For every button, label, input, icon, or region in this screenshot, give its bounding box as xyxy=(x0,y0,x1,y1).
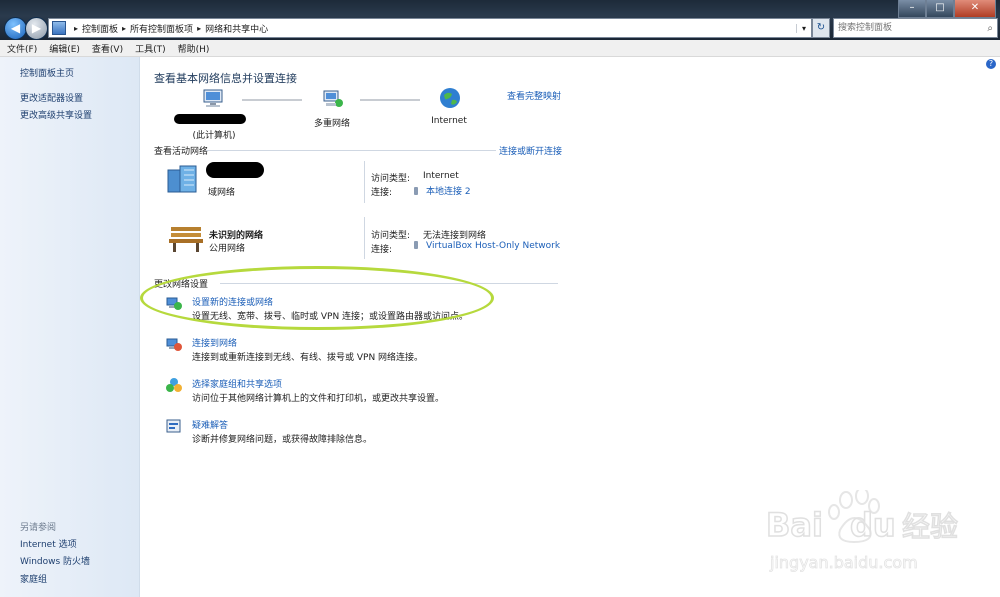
chevron-right-icon[interactable]: ▸ xyxy=(197,24,201,33)
windows-firewall-link[interactable]: Windows 防火墙 xyxy=(20,554,90,567)
network-plug-icon xyxy=(414,241,418,249)
baidu-paw-logo: Bai du 经验 jingyan.baidu.com xyxy=(765,487,959,572)
menu-bar: 文件(F) 编辑(E) 查看(V) 工具(T) 帮助(H) xyxy=(0,40,1000,57)
network-link-line xyxy=(242,99,302,101)
internet-options-link[interactable]: Internet 选项 xyxy=(20,537,77,550)
active-networks-heading: 查看活动网络 xyxy=(154,147,209,157)
control-panel-icon xyxy=(52,21,66,35)
forward-button[interactable]: ▶ xyxy=(25,17,48,40)
watermark-brand: Bai xyxy=(766,506,823,544)
refresh-button[interactable]: ↻ xyxy=(812,18,830,38)
homegroup-icon xyxy=(166,378,182,392)
connect-network-icon xyxy=(166,338,182,351)
breadcrumb-network-center[interactable]: 网络和共享中心 xyxy=(205,22,268,35)
connect-to-network-link[interactable]: 连接到网络 xyxy=(192,336,237,349)
access-type-value: Internet xyxy=(423,171,459,181)
homegroup-link[interactable]: 家庭组 xyxy=(20,572,47,585)
troubleshoot-desc: 诊断并修复网络问题，或获得故障排除信息。 xyxy=(192,435,373,445)
connect-disconnect-link[interactable]: 连接或断开连接 xyxy=(499,144,562,157)
watermark-url: jingyan.baidu.com xyxy=(769,553,918,572)
search-icon[interactable]: ⌕ xyxy=(987,23,993,34)
advanced-sharing-settings-link[interactable]: 更改高级共享设置 xyxy=(20,108,92,121)
menu-edit[interactable]: 编辑(E) xyxy=(49,42,80,55)
help-icon[interactable]: ? xyxy=(986,59,996,69)
view-full-map-link[interactable]: 查看完整映射 xyxy=(507,89,561,102)
menu-view[interactable]: 查看(V) xyxy=(92,42,123,55)
search-box[interactable]: ⌕ xyxy=(833,18,998,38)
chevron-down-icon[interactable]: ▾ xyxy=(796,23,811,33)
menu-tools[interactable]: 工具(T) xyxy=(135,42,166,55)
address-bar[interactable]: ▸ 控制面板 ▸ 所有控制面板项 ▸ 网络和共享中心 ▾ xyxy=(48,18,812,38)
window-controls: – □ ✕ xyxy=(898,0,996,18)
title-bar: – □ ✕ ◀ ▶ ▸ 控制面板 ▸ 所有控制面板项 ▸ 网络和共享中心 ▾ ↻… xyxy=(0,0,1000,40)
column-divider xyxy=(364,161,365,203)
search-input[interactable] xyxy=(834,22,980,34)
see-also-heading: 另请参阅 xyxy=(20,523,57,533)
internet-label: Internet xyxy=(431,116,467,126)
baidu-watermark: Bai du 经验 jingyan.baidu.com xyxy=(765,487,996,590)
homegroup-sharing-link[interactable]: 选择家庭组和共享选项 xyxy=(192,377,282,390)
breadcrumb-control-panel[interactable]: 控制面板 xyxy=(82,22,118,35)
breadcrumb-all-items[interactable]: 所有控制面板项 xyxy=(130,22,193,35)
highlight-ellipse xyxy=(140,266,494,330)
computer-icon xyxy=(200,89,226,112)
multiple-networks-icon xyxy=(319,89,345,112)
network-plug-icon xyxy=(414,187,418,195)
redaction-mark xyxy=(174,114,246,124)
local-connection-link[interactable]: 本地连接 2 xyxy=(414,184,471,197)
domain-network-type: 域网络 xyxy=(208,188,236,198)
minimize-button[interactable]: – xyxy=(898,0,926,18)
menu-file[interactable]: 文件(F) xyxy=(7,42,37,55)
redaction-mark xyxy=(206,162,264,178)
connection-label: 连接: xyxy=(371,188,393,198)
menu-help[interactable]: 帮助(H) xyxy=(178,42,210,55)
column-divider xyxy=(364,217,365,259)
this-computer-label: (此计算机) xyxy=(192,131,236,141)
page-title: 查看基本网络信息并设置连接 xyxy=(154,72,297,85)
troubleshoot-link[interactable]: 疑难解答 xyxy=(192,418,228,431)
connect-to-network-desc: 连接到或重新连接到无线、有线、拨号或 VPN 网络连接。 xyxy=(192,353,424,363)
watermark-brand2: du xyxy=(850,506,896,544)
chevron-right-icon[interactable]: ▸ xyxy=(122,24,126,33)
virtualbox-connection-link[interactable]: VirtualBox Host-Only Network xyxy=(414,241,560,251)
virtualbox-connection-text: VirtualBox Host-Only Network xyxy=(426,241,561,251)
unidentified-network-name: 未识别的网络 xyxy=(209,231,264,241)
public-network-type: 公用网络 xyxy=(209,244,246,254)
section-divider xyxy=(206,150,496,151)
multiple-networks-label: 多重网络 xyxy=(313,119,350,129)
back-button[interactable]: ◀ xyxy=(4,17,27,40)
watermark-cn: 经验 xyxy=(902,510,958,543)
homegroup-sharing-desc: 访问位于其他网络计算机上的文件和打印机，或更改共享设置。 xyxy=(192,394,445,404)
network-link-line xyxy=(360,99,420,101)
troubleshoot-icon xyxy=(166,419,181,433)
close-button[interactable]: ✕ xyxy=(954,0,996,18)
control-panel-home-link[interactable]: 控制面板主页 xyxy=(20,66,74,79)
left-nav-pane: 控制面板主页 更改适配器设置 更改高级共享设置 另请参阅 Internet 选项… xyxy=(0,57,140,597)
domain-network-icon xyxy=(166,164,202,197)
park-bench-icon xyxy=(168,225,204,256)
access-type-label: 访问类型: xyxy=(371,174,411,184)
access-type-value: 无法连接到网络 xyxy=(423,231,487,241)
maximize-button[interactable]: □ xyxy=(926,0,954,18)
connection-label: 连接: xyxy=(371,245,393,255)
chevron-right-icon[interactable]: ▸ xyxy=(74,24,78,33)
access-type-label: 访问类型: xyxy=(371,231,411,241)
internet-globe-icon xyxy=(438,87,462,112)
change-adapter-settings-link[interactable]: 更改适配器设置 xyxy=(20,91,83,104)
local-connection-text: 本地连接 2 xyxy=(426,187,471,197)
